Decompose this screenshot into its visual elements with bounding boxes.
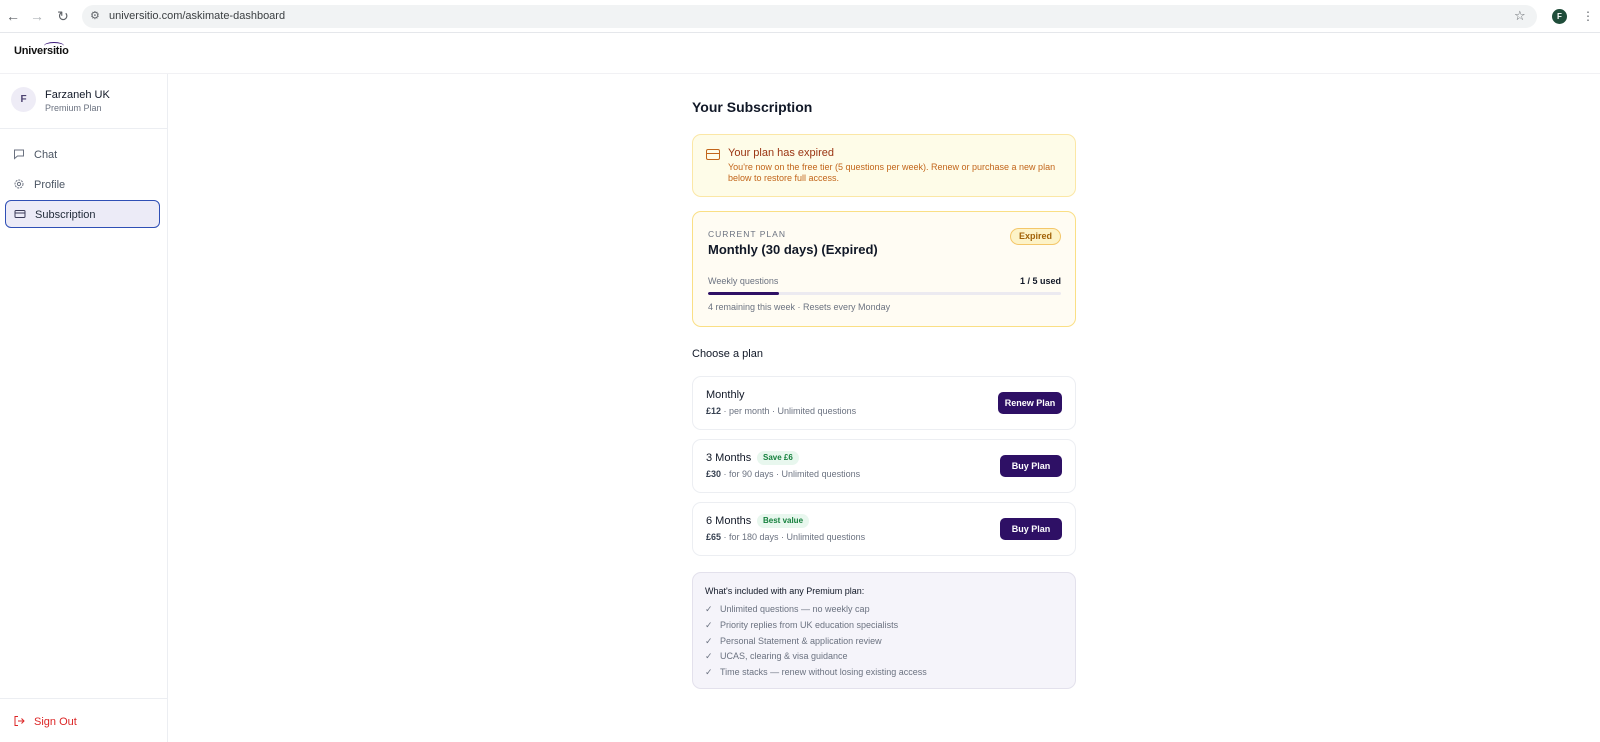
plan-name: 6 Months: [706, 515, 752, 527]
sign-out-icon: [13, 715, 25, 731]
plan-price-amount: £12: [706, 406, 722, 416]
sidebar-item-profile[interactable]: Profile: [5, 171, 160, 199]
browser-toolbar: ← → ↻ ⚙ universitio.com/askimate-dashboa…: [0, 0, 1600, 33]
forward-arrow-icon[interactable]: →: [29, 8, 45, 24]
plan-card-monthly: Monthly £12 · per month · Unlimited ques…: [692, 376, 1076, 430]
address-bar[interactable]: ⚙ universitio.com/askimate-dashboard: [82, 5, 1537, 28]
check-icon: ✓: [705, 604, 713, 614]
usage-hint: 4 remaining this week · Resets every Mon…: [708, 302, 891, 312]
check-icon: ✓: [705, 620, 713, 630]
bookmark-star-icon[interactable]: ☆: [1514, 7, 1526, 25]
plan-price-detail: · for 90 days · Unlimited questions: [721, 469, 861, 479]
plan-card-6-months: 6 Months Best value £65 · for 180 days ·…: [692, 502, 1076, 556]
credit-card-icon: [14, 208, 26, 220]
back-arrow-icon[interactable]: ←: [5, 8, 21, 24]
divider: [0, 698, 167, 699]
plan-price-amount: £65: [706, 532, 722, 542]
list-item: ✓ UCAS, clearing & visa guidance: [705, 651, 848, 661]
sidebar-item-label: Chat: [34, 149, 58, 161]
plan-price: £30 · for 90 days · Unlimited questions: [706, 469, 860, 479]
current-plan-title: Monthly (30 days) (Expired): [708, 242, 878, 257]
app-header: Universitio: [0, 33, 1600, 74]
list-item: ✓ Priority replies from UK education spec…: [705, 620, 899, 630]
list-item: ✓ Unlimited questions — no weekly cap: [705, 604, 870, 614]
current-plan-label: CURRENT PLAN: [708, 229, 786, 239]
reload-icon[interactable]: ↻: [55, 8, 71, 24]
chat-bubble-icon: [13, 148, 25, 160]
plan-badge: Best value: [757, 514, 810, 528]
sign-out-button[interactable]: Sign Out: [5, 711, 160, 735]
browser-menu-icon[interactable]: ⋮: [1582, 8, 1594, 24]
plan-price-amount: £30: [706, 469, 722, 479]
url-text[interactable]: universitio.com/askimate-dashboard: [109, 9, 285, 24]
plan-price: £12 · per month · Unlimited questions: [706, 406, 856, 416]
gear-icon: [13, 178, 25, 190]
included-features-box: What's included with any Premium plan: ✓…: [692, 572, 1076, 689]
usage-progress-fill: [708, 292, 779, 295]
avatar: F: [11, 87, 36, 112]
list-item: ✓ Time stacks — renew without losing exis…: [705, 667, 927, 677]
plan-price: £65 · for 180 days · Unlimited questions: [706, 532, 865, 542]
current-plan-card: CURRENT PLAN Monthly (30 days) (Expired)…: [692, 211, 1076, 327]
status-badge: Expired: [1010, 228, 1061, 245]
usage-label: Weekly questions: [708, 276, 779, 286]
check-icon: ✓: [705, 636, 713, 646]
sidebar-item-subscription[interactable]: Subscription: [5, 200, 160, 228]
logo-arc-icon: [44, 42, 64, 50]
alert-body: You're now on the free tier (5 questions…: [728, 162, 1056, 183]
check-icon: ✓: [705, 651, 713, 661]
alert-title: Your plan has expired: [728, 147, 835, 159]
expired-alert: Your plan has expired You're now on the …: [692, 134, 1076, 197]
plan-price-detail: · per month · Unlimited questions: [721, 406, 857, 416]
list-item: ✓ Personal Statement & application review: [705, 636, 882, 646]
choose-plan-heading: Choose a plan: [692, 348, 763, 360]
browser-profile-avatar[interactable]: F: [1552, 9, 1567, 24]
plan-badge: Save £6: [757, 451, 799, 465]
plan-card-3-months: 3 Months Save £6 £30 · for 90 days · Unl…: [692, 439, 1076, 493]
buy-plan-button[interactable]: Buy Plan: [1000, 518, 1062, 540]
page-title: Your Subscription: [692, 99, 813, 115]
check-icon: ✓: [705, 667, 713, 677]
user-card: F Farzaneh UK Premium Plan: [0, 74, 167, 129]
sidebar: F Farzaneh UK Premium Plan Chat Profile …: [0, 74, 168, 742]
user-plan: Premium Plan: [45, 103, 102, 113]
sidebar-item-chat[interactable]: Chat: [5, 141, 160, 169]
sign-out-label: Sign Out: [34, 716, 77, 728]
plan-name: 3 Months: [706, 452, 752, 464]
plan-price-detail: · for 180 days · Unlimited questions: [721, 532, 866, 542]
plan-name: Monthly: [706, 389, 745, 401]
credit-card-icon: [706, 149, 720, 160]
sidebar-item-label: Subscription: [35, 209, 96, 221]
sidebar-item-label: Profile: [34, 179, 66, 191]
usage-count: 1 / 5 used: [1019, 276, 1061, 286]
usage-progress-bar: [708, 292, 1061, 295]
site-settings-icon[interactable]: ⚙: [90, 9, 104, 23]
included-title: What's included with any Premium plan:: [705, 586, 865, 596]
buy-plan-button[interactable]: Buy Plan: [1000, 455, 1062, 477]
user-name: Farzaneh UK: [45, 89, 110, 101]
renew-plan-button[interactable]: Renew Plan: [998, 392, 1062, 414]
